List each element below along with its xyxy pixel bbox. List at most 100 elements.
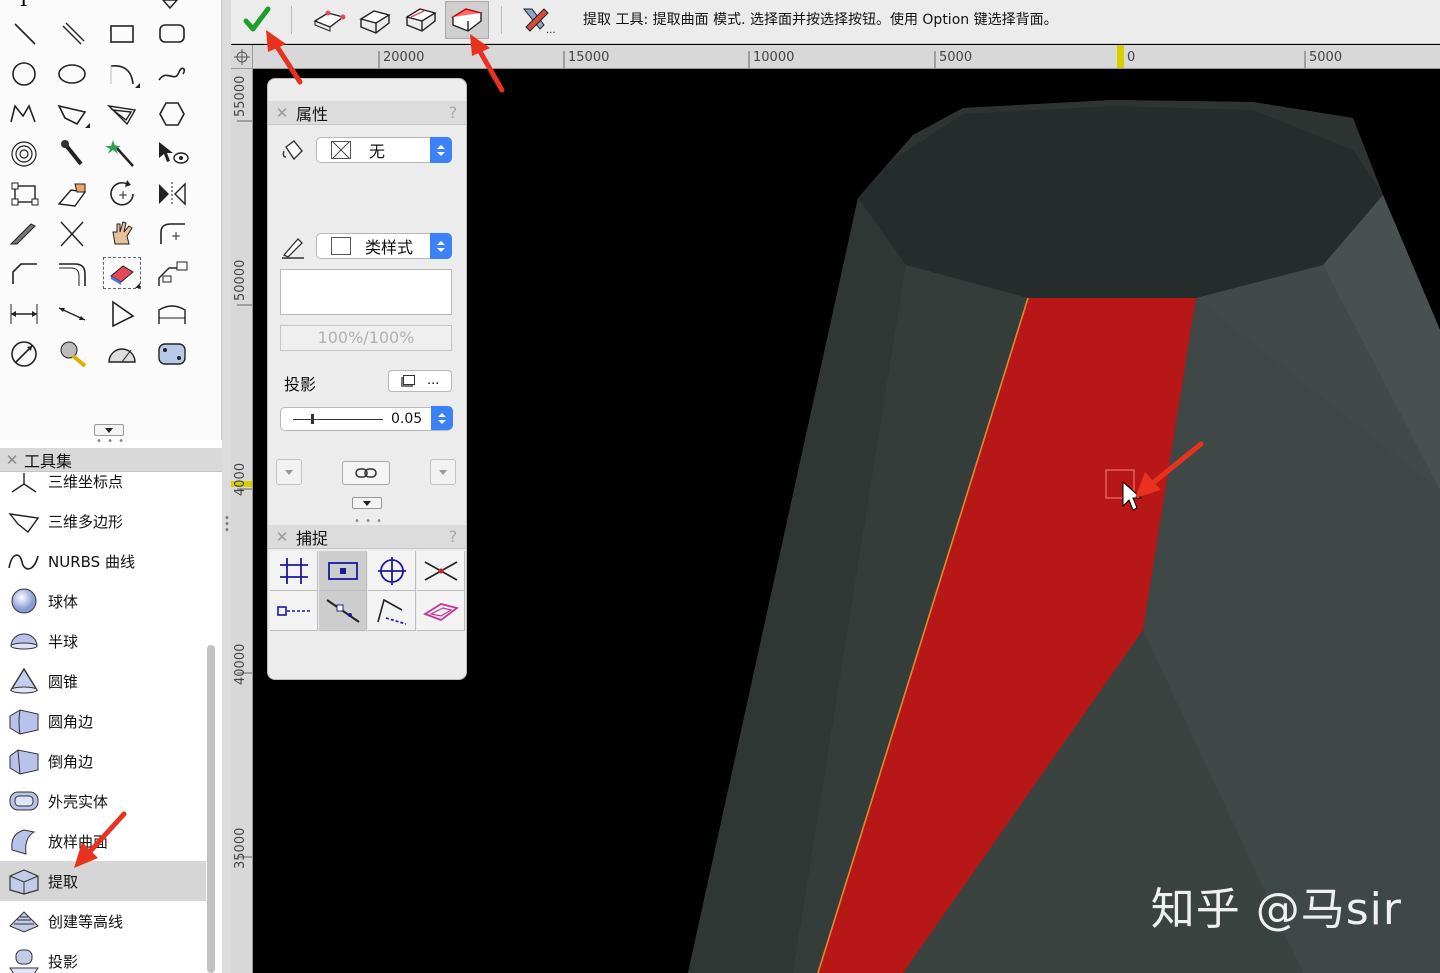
- walkthrough-tool-icon[interactable]: [52, 336, 92, 370]
- svg-text:+: +: [118, 188, 128, 202]
- horizontal-ruler[interactable]: 20000 15000 10000 5000 0 5000: [231, 45, 1440, 69]
- pen-style-select[interactable]: 类样式: [316, 233, 452, 259]
- chamfer-edge-icon: [0, 746, 48, 776]
- list-item[interactable]: 球体: [0, 581, 206, 621]
- shadow-more: ...: [427, 373, 440, 388]
- polyline-tool-icon[interactable]: [4, 96, 44, 130]
- list-item[interactable]: 放样曲面: [0, 821, 206, 861]
- double-line-tool-icon[interactable]: [52, 16, 92, 50]
- snapping-title: 捕捉: [296, 528, 329, 548]
- attribute-mapping-tool-icon[interactable]: [52, 176, 92, 210]
- move-tool-icon[interactable]: [150, 0, 190, 16]
- link-icon[interactable]: [342, 461, 390, 485]
- ruler-origin-icon[interactable]: [231, 45, 253, 69]
- knife-tool-icon[interactable]: [4, 216, 44, 250]
- fillet-arc-tool-icon[interactable]: [52, 256, 92, 290]
- fillet-tool-icon[interactable]: +: [152, 216, 192, 250]
- checkmark-icon[interactable]: [235, 1, 279, 39]
- smart-points-icon[interactable]: [417, 551, 465, 591]
- opacity-button[interactable]: 100%/100%: [280, 325, 452, 351]
- offset-tool-icon[interactable]: [152, 256, 192, 290]
- list-item[interactable]: 圆角边: [0, 701, 206, 741]
- extract-surface-mode-icon[interactable]: [353, 1, 397, 39]
- clip-surface-tool-icon[interactable]: [102, 256, 142, 290]
- diagonal-dimension-tool-icon[interactable]: [102, 296, 142, 330]
- shadow-icon: [403, 375, 415, 385]
- freehand-tool-icon[interactable]: [152, 56, 192, 90]
- line-weight-select[interactable]: 0.05: [280, 406, 453, 431]
- eyedropper-tool-icon[interactable]: [52, 136, 92, 170]
- snap-to-distance-icon[interactable]: [319, 591, 367, 631]
- rectangle-tool-icon[interactable]: [102, 16, 142, 50]
- pan-hand-tool-icon[interactable]: [102, 216, 142, 250]
- shadow-button[interactable]: ...: [388, 370, 452, 392]
- visibility-tool-icon[interactable]: [152, 136, 192, 170]
- circle-tool-icon[interactable]: [4, 56, 44, 90]
- snap-to-grid-icon[interactable]: [270, 551, 318, 591]
- list-item[interactable]: 三维坐标点: [0, 473, 206, 501]
- text-tool-icon[interactable]: T: [4, 0, 44, 16]
- spiral-tool-icon[interactable]: [4, 136, 44, 170]
- list-item[interactable]: 倒角边: [0, 741, 206, 781]
- list-item[interactable]: 外壳实体: [0, 781, 206, 821]
- working-plane-snap-icon[interactable]: [417, 591, 465, 631]
- list-item[interactable]: NURBS 曲线: [0, 541, 206, 581]
- flyover-tool-icon[interactable]: [4, 336, 44, 370]
- ruler-label: 10000: [753, 50, 795, 65]
- dimension-tool-icon[interactable]: [4, 296, 44, 330]
- list-item-label: NURBS 曲线: [48, 552, 135, 571]
- regular-polygon-tool-icon[interactable]: [152, 96, 192, 130]
- line-tool-icon[interactable]: [4, 16, 44, 50]
- attributes-collapse-button[interactable]: [352, 497, 382, 509]
- double-polygon-tool-icon[interactable]: [102, 96, 142, 130]
- extract-faces-mode-icon[interactable]: [399, 1, 443, 39]
- list-item[interactable]: 三维多边形: [0, 501, 206, 541]
- close-icon[interactable]: ✕: [268, 528, 296, 546]
- snap-to-object-icon[interactable]: [319, 551, 367, 591]
- arc-tool-icon[interactable]: [102, 56, 142, 90]
- rounded-rectangle-tool-icon[interactable]: [152, 16, 192, 50]
- end-marker-dropdown[interactable]: [430, 459, 456, 485]
- magic-wand-tool-icon[interactable]: [102, 136, 142, 170]
- cylinder-object-tool-icon[interactable]: [152, 336, 192, 370]
- reshape-tool-icon[interactable]: [4, 176, 44, 210]
- splitter[interactable]: • • •: [222, 0, 231, 973]
- list-item[interactable]: 圆锥: [0, 661, 206, 701]
- panel-grip[interactable]: • • •: [96, 437, 125, 447]
- rotate-tool-icon[interactable]: +: [102, 176, 142, 210]
- list-item-label: 半球: [48, 632, 79, 651]
- help-icon[interactable]: ?: [440, 527, 466, 546]
- smart-edge-icon[interactable]: [270, 591, 318, 631]
- close-icon[interactable]: ✕: [268, 104, 296, 122]
- palette-collapse-button[interactable]: [94, 424, 124, 436]
- extract-curve-mode-icon[interactable]: [307, 1, 351, 39]
- ruler-label: 50000: [233, 259, 248, 301]
- vertical-ruler[interactable]: 55000 50000 4000 40000 35000: [231, 69, 253, 973]
- angular-dimension-tool-icon[interactable]: [52, 296, 92, 330]
- help-icon[interactable]: ?: [440, 103, 466, 122]
- list-item-label: 球体: [48, 592, 79, 611]
- list-item[interactable]: 投影: [0, 941, 206, 973]
- list-item-label: 放样曲面: [48, 832, 109, 851]
- list-item[interactable]: 创建等高线: [0, 901, 206, 941]
- list-item[interactable]: 半球: [0, 621, 206, 661]
- oval-tool-icon[interactable]: [52, 56, 92, 90]
- mirror-tool-icon[interactable]: [152, 176, 192, 210]
- start-marker-dropdown[interactable]: [276, 459, 302, 485]
- fill-preview: [280, 269, 452, 315]
- list-item-label: 投影: [48, 952, 79, 971]
- fill-style-select[interactable]: 无: [316, 137, 452, 163]
- scrollbar[interactable]: [207, 645, 215, 973]
- arc-length-dimension-tool-icon[interactable]: [152, 296, 192, 330]
- polygon-tool-icon[interactable]: [52, 96, 92, 130]
- tangent-snap-icon[interactable]: [368, 591, 416, 631]
- protractor-tool-icon[interactable]: [102, 336, 142, 370]
- snap-to-angle-icon[interactable]: [368, 551, 416, 591]
- list-item-active[interactable]: 提取: [0, 861, 206, 901]
- extract-face-mode-icon[interactable]: [445, 1, 489, 39]
- tool-preferences-icon[interactable]: ...: [515, 1, 559, 39]
- close-icon[interactable]: ✕: [0, 451, 24, 469]
- extract-icon: [0, 866, 48, 896]
- trim-tool-icon[interactable]: [52, 216, 92, 250]
- chamfer-tool-icon[interactable]: [4, 256, 44, 290]
